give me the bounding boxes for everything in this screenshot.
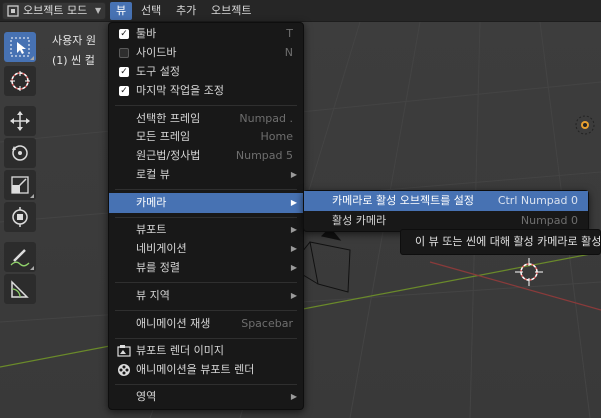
menu-item-label: 영역 — [136, 390, 157, 403]
menu-add[interactable]: 추가 — [170, 2, 202, 20]
menu-separator — [115, 310, 297, 311]
menu-item-label: 툴바 — [136, 27, 157, 40]
light-icon — [575, 115, 595, 135]
menu-item-label: 모든 프레임 — [136, 130, 191, 143]
menu-item-shortcut: Numpad . — [239, 112, 293, 125]
ruler-icon — [11, 280, 29, 298]
menu-separator — [115, 217, 297, 218]
mode-label: 오브젝트 모드 — [23, 4, 88, 17]
menu-item-label: 뷰를 정렬 — [136, 261, 180, 274]
render-image-icon — [117, 345, 131, 357]
tool-shelf — [0, 22, 40, 418]
checkbox-checked-icon: ✓ — [119, 29, 129, 39]
object-mode-icon — [7, 5, 19, 17]
menu-item-viewport-render-animation[interactable]: 애니메이션을 뷰포트 렌더 — [109, 360, 303, 380]
menu-item-viewport[interactable]: 뷰포트 ▶ — [109, 220, 303, 240]
menu-item-tool-settings[interactable]: ✓ 도구 설정 — [109, 62, 303, 82]
menu-separator — [115, 105, 297, 106]
select-tool-button[interactable] — [4, 32, 36, 62]
select-cursor-icon — [10, 37, 30, 57]
menu-separator — [115, 384, 297, 385]
menu-item-area[interactable]: 영역 ▶ — [109, 387, 303, 407]
3d-cursor-icon — [515, 258, 543, 286]
menu-separator — [115, 338, 297, 339]
menu-item-frame-all[interactable]: 모든 프레임 Home — [109, 127, 303, 147]
pencil-icon — [10, 249, 30, 267]
submenu-arrow-icon: ▶ — [290, 244, 297, 253]
menu-item-frame-selected[interactable]: 선택한 프레임 Numpad . — [109, 109, 303, 129]
menu-item-label: 사이드바 — [136, 46, 177, 59]
annotate-tool-button[interactable] — [4, 242, 36, 272]
menu-item-label: 애니메이션 재생 — [136, 317, 211, 330]
menu-item-perspective-orthographic[interactable]: 원근법/정사법 Numpad 5 — [109, 146, 303, 166]
viewport-header: 오브젝트 모드 ▼ 뷰 선택 추가 오브젝트 — [0, 0, 601, 22]
menu-view[interactable]: 뷰 — [110, 2, 133, 20]
menu-separator — [115, 189, 297, 190]
camera-submenu: 카메라로 활성 오브젝트를 설정 Ctrl Numpad 0 활성 카메라 Nu… — [303, 190, 589, 232]
menu-item-label: 뷰포트 렌더 이미지 — [136, 344, 224, 357]
menu-item-align-view[interactable]: 뷰를 정렬 ▶ — [109, 258, 303, 278]
crosshair-icon — [10, 71, 30, 91]
view-menu: ✓ 툴바 T 사이드바 N ✓ 도구 설정 ✓ 마지막 작업을 조정 선택한 프… — [108, 22, 304, 410]
menu-item-toolbar[interactable]: ✓ 툴바 T — [109, 24, 303, 44]
menu-separator — [115, 282, 297, 283]
submenu-arrow-icon: ▶ — [290, 392, 297, 401]
menu-item-camera[interactable]: 카메라 ▶ — [109, 193, 303, 213]
viewport-view-name: 사용자 원 — [52, 34, 96, 47]
menu-item-shortcut: Numpad 0 — [520, 214, 578, 227]
cursor-tool-button[interactable] — [4, 66, 36, 96]
menu-select[interactable]: 선택 — [135, 2, 167, 20]
menu-item-shortcut: Spacebar — [241, 317, 293, 330]
menu-item-label: 선택한 프레임 — [136, 112, 201, 125]
menu-item-label: 활성 카메라 — [332, 214, 387, 227]
menu-item-adjust-last-operation[interactable]: ✓ 마지막 작업을 조정 — [109, 81, 303, 101]
film-reel-icon — [118, 364, 130, 376]
move-tool-button[interactable] — [4, 106, 36, 136]
transform-tool-button[interactable] — [4, 202, 36, 232]
submenu-arrow-icon: ▶ — [290, 225, 297, 234]
viewport-scene-name: (1) 씬 컬 — [52, 54, 95, 67]
menu-item-active-camera[interactable]: 활성 카메라 Numpad 0 — [304, 211, 588, 231]
menu-item-label: 네비게이션 — [136, 242, 187, 255]
menu-item-shortcut: Numpad 5 — [235, 149, 293, 162]
menu-item-label: 카메라로 활성 오브젝트를 설정 — [332, 194, 475, 207]
menu-item-sidebar[interactable]: 사이드바 N — [109, 43, 303, 63]
rotate-tool-button[interactable] — [4, 138, 36, 168]
mode-dropdown[interactable]: 오브젝트 모드 ▼ — [2, 2, 106, 20]
checkbox-unchecked-icon — [119, 48, 129, 58]
submenu-arrow-icon: ▶ — [290, 170, 297, 179]
menu-item-view-regions[interactable]: 뷰 지역 ▶ — [109, 286, 303, 306]
menu-item-label: 원근법/정사법 — [136, 149, 201, 162]
menu-item-play-animation[interactable]: 애니메이션 재생 Spacebar — [109, 314, 303, 334]
menu-item-label: 애니메이션을 뷰포트 렌더 — [136, 363, 255, 376]
scale-icon — [11, 176, 29, 194]
menu-item-shortcut: N — [284, 46, 293, 59]
checkbox-checked-icon: ✓ — [119, 86, 129, 96]
scale-tool-button[interactable] — [4, 170, 36, 200]
tooltip: 이 뷰 또는 씬에 대해 활성 카메라로 활성 — [400, 229, 601, 255]
menu-item-navigation[interactable]: 네비게이션 ▶ — [109, 239, 303, 259]
rotate-icon — [12, 145, 28, 161]
chevron-down-icon: ▼ — [95, 6, 102, 15]
measure-tool-button[interactable] — [4, 274, 36, 304]
submenu-arrow-icon: ▶ — [290, 263, 297, 272]
menu-item-label: 도구 설정 — [136, 65, 180, 78]
move-arrows-icon — [10, 111, 30, 131]
menu-item-label: 뷰포트 — [136, 223, 167, 236]
menu-item-label: 마지막 작업을 조정 — [136, 84, 224, 97]
menu-item-viewport-render-image[interactable]: 뷰포트 렌더 이미지 — [109, 341, 303, 361]
checkbox-checked-icon: ✓ — [119, 67, 129, 77]
transform-icon — [12, 207, 28, 227]
menu-item-set-active-object-as-camera[interactable]: 카메라로 활성 오브젝트를 설정 Ctrl Numpad 0 — [304, 191, 588, 211]
menu-item-label: 로컬 뷰 — [136, 168, 170, 181]
menu-item-shortcut: Home — [260, 130, 293, 143]
menu-item-shortcut: Ctrl Numpad 0 — [497, 194, 578, 207]
menu-item-label: 뷰 지역 — [136, 289, 170, 302]
menu-item-label: 카메라 — [136, 196, 167, 209]
menu-item-shortcut: T — [286, 27, 293, 40]
submenu-arrow-icon: ▶ — [290, 198, 297, 207]
submenu-arrow-icon: ▶ — [290, 291, 297, 300]
menu-object[interactable]: 오브젝트 — [205, 2, 257, 20]
menu-item-local-view[interactable]: 로컬 뷰 ▶ — [109, 165, 303, 185]
